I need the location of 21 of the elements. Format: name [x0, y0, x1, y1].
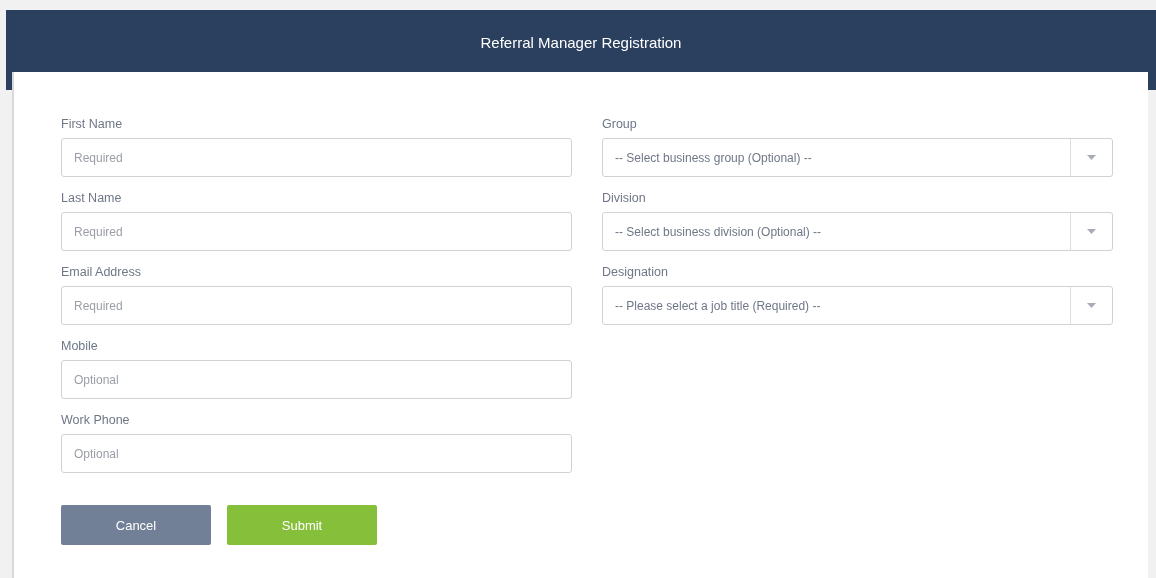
field-label: Email Address — [61, 264, 141, 280]
field-label: Work Phone — [61, 412, 130, 428]
input-field[interactable]: Required — [61, 212, 572, 251]
field-label: Last Name — [61, 190, 122, 206]
caret-icon — [1087, 303, 1096, 308]
field-label: Group — [602, 116, 637, 132]
input-field[interactable]: Required — [61, 286, 572, 325]
input-field[interactable]: Optional — [61, 360, 572, 399]
input-field[interactable]: Required — [61, 138, 572, 177]
select-field[interactable]: -- Select business group (Optional) -- — [602, 138, 1113, 177]
input-field[interactable]: Optional — [61, 434, 572, 473]
cancel-button[interactable]: Cancel — [61, 505, 211, 545]
field-label: Mobile — [61, 338, 98, 354]
field-label: First Name — [61, 116, 123, 132]
field-label: Designation — [602, 264, 668, 280]
select-field[interactable]: -- Select business division (Optional) -- — [602, 212, 1113, 251]
caret-icon — [1087, 229, 1096, 234]
field-label: Division — [602, 190, 646, 206]
form-title: Referral Manager Registration — [480, 34, 682, 52]
select-field[interactable]: -- Please select a job title (Required) -- — [602, 286, 1113, 325]
caret-icon — [1087, 155, 1096, 160]
